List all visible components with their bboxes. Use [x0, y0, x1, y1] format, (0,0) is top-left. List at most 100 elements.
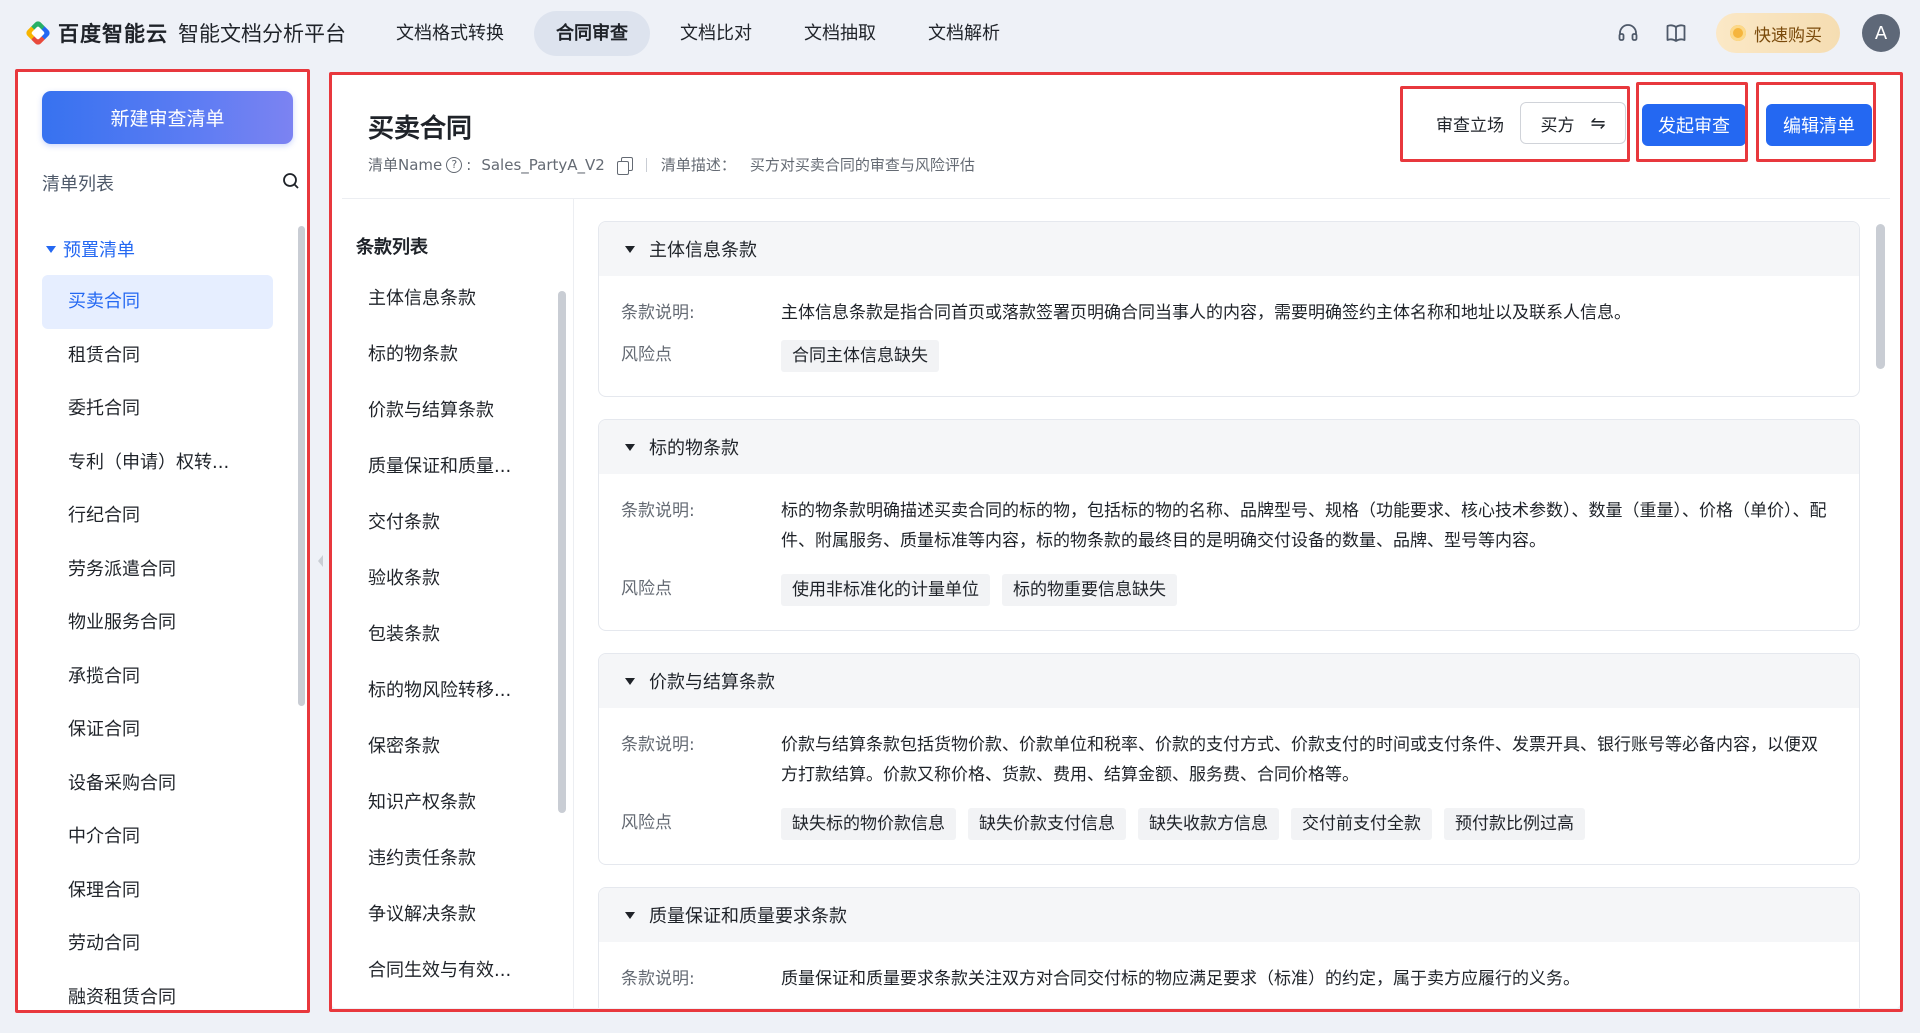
sidebar-scrollbar[interactable]	[298, 226, 305, 706]
top-navbar: 百度智能云 智能文档分析平台 文档格式转换 合同审查 文档比对 文档抽取 文档解…	[0, 0, 1920, 66]
sidebar-item[interactable]: 劳务派遣合同	[42, 543, 273, 597]
nav-doc-extract[interactable]: 文档抽取	[782, 11, 898, 56]
checklist-desc-value: 买方对买卖合同的审查与风险评估	[749, 156, 975, 174]
nav-doc-parse[interactable]: 文档解析	[906, 11, 1022, 56]
edit-checklist-button[interactable]: 编辑清单	[1766, 104, 1872, 146]
sidebar-item[interactable]: 保理合同	[42, 864, 273, 918]
caret-down-icon	[625, 443, 635, 451]
new-checklist-button[interactable]: 新建审查清单	[42, 91, 293, 144]
clause-card-header[interactable]: 质量保证和质量要求条款	[599, 888, 1859, 942]
product-name: 智能文档分析平台	[178, 22, 346, 46]
sidebar-item[interactable]: 保证合同	[42, 703, 273, 757]
review-stance-label: 审查立场	[1436, 115, 1504, 136]
clause-list-panel: 条款列表 主体信息条款 标的物条款 价款与结算条款 质量保证和质量... 交付条…	[342, 199, 574, 1008]
clause-detail-list: 主体信息条款 条款说明: 主体信息条款是指合同首页或落款签署页明确合同当事人的内容…	[598, 221, 1860, 1008]
user-avatar[interactable]: A	[1862, 14, 1900, 52]
nav-contract-review[interactable]: 合同审查	[534, 11, 650, 56]
sidebar-item[interactable]: 专利（申请）权转...	[42, 436, 273, 490]
clause-nav-item[interactable]: 违约责任条款	[368, 831, 538, 887]
caret-down-icon	[46, 245, 56, 253]
sidebar-item[interactable]: 行纪合同	[42, 489, 273, 543]
risk-tag: 合同主体信息缺失	[781, 340, 939, 372]
sidebar-item[interactable]: 中介合同	[42, 810, 273, 864]
clause-nav-item[interactable]: 验收条款	[368, 551, 538, 607]
clause-nav-item[interactable]: 主体信息条款	[368, 271, 538, 327]
baidu-cloud-logo-icon	[24, 19, 52, 47]
sidebar-item[interactable]: 租赁合同	[42, 329, 273, 383]
clause-nav-item[interactable]: 包装条款	[368, 607, 538, 663]
clause-nav-item[interactable]: 价款与结算条款	[368, 383, 538, 439]
clause-card: 主体信息条款 条款说明: 主体信息条款是指合同首页或落款签署页明确合同当事人的内容…	[598, 221, 1860, 397]
checklist-list-title: 清单列表	[42, 174, 114, 195]
coin-icon	[1730, 25, 1746, 41]
sidebar-item[interactable]: 承揽合同	[42, 650, 273, 704]
clause-desc-text: 标的物条款明确描述买卖合同的标的物，包括标的物的名称、品牌型号、规格（功能要求、…	[781, 501, 1827, 551]
preset-group-label: 预置清单	[63, 240, 135, 261]
clause-nav-item[interactable]: 知识产权条款	[368, 775, 538, 831]
checklist-items: 买卖合同 租赁合同 委托合同 专利（申请）权转... 行纪合同 劳务派遣合同 物…	[42, 275, 273, 1024]
sidebar-item[interactable]: 物业服务合同	[42, 596, 273, 650]
headset-icon[interactable]	[1614, 19, 1642, 47]
nav-format-convert[interactable]: 文档格式转换	[374, 11, 526, 56]
clause-card-header[interactable]: 标的物条款	[599, 420, 1859, 474]
detail-scrollbar[interactable]	[1876, 224, 1885, 369]
clause-card: 价款与结算条款 条款说明: 价款与结算条款包括货物价款、价款单位和税率、价款的支付…	[598, 653, 1860, 865]
sidebar-item-sales-contract[interactable]: 买卖合同	[42, 275, 273, 329]
clause-nav-item[interactable]: 争议解决条款	[368, 887, 538, 943]
risk-tag: 缺失标的物价款信息	[781, 808, 956, 840]
start-review-button[interactable]: 发起审查	[1642, 104, 1746, 146]
clause-list-scrollbar[interactable]	[558, 291, 566, 813]
risk-label: 风险点	[621, 345, 672, 365]
checklist-name-value: Sales_PartyA_V2	[481, 155, 605, 174]
risk-tag: 预付款比例过高	[1444, 808, 1585, 840]
clause-card: 标的物条款 条款说明: 标的物条款明确描述买卖合同的标的物，包括标的物的名称、品牌…	[598, 419, 1860, 631]
risk-tag: 标的物重要信息缺失	[1002, 574, 1177, 606]
clause-nav-item[interactable]: 保密条款	[368, 719, 538, 775]
page-title: 买卖合同	[368, 114, 473, 144]
checklist-detail-panel: 买卖合同 清单Name ?: Sales_PartyA_V2 清单描述： 买方对…	[332, 74, 1900, 1008]
checklist-sidebar: 新建审查清单 清单列表 预置清单 买卖合同 租赁合同 委托合同 专利（申请）权转…	[16, 70, 308, 1013]
clause-desc-text: 主体信息条款是指合同首页或落款签署页明确合同当事人的内容，需要明确签约主体名称和…	[781, 303, 1631, 323]
main-nav: 文档格式转换 合同审查 文档比对 文档抽取 文档解析	[374, 11, 1030, 56]
search-icon[interactable]	[282, 172, 300, 194]
clause-card-header[interactable]: 价款与结算条款	[599, 654, 1859, 708]
risk-tag: 交付前支付全款	[1291, 808, 1432, 840]
clause-nav-item[interactable]: 标的物条款	[368, 327, 538, 383]
clause-card-header[interactable]: 主体信息条款	[599, 222, 1859, 276]
logo[interactable]: 百度智能云 智能文档分析平台	[24, 18, 346, 48]
clause-list-title: 条款列表	[356, 237, 428, 258]
review-stance-value: 买方	[1540, 115, 1575, 136]
quick-buy-label: 快速购买	[1754, 25, 1822, 46]
clause-nav-item[interactable]: 合同生效与有效...	[368, 943, 538, 999]
preset-group-toggle[interactable]: 预置清单	[46, 236, 135, 262]
book-icon[interactable]	[1662, 19, 1690, 47]
sidebar-item[interactable]: 融资租赁合同	[42, 971, 273, 1025]
clause-desc-label: 条款说明:	[621, 969, 695, 989]
risk-tag: 缺失收款方信息	[1138, 808, 1279, 840]
clause-card-title: 价款与结算条款	[649, 672, 775, 693]
sidebar-item[interactable]: 劳动合同	[42, 917, 273, 971]
clause-nav-item[interactable]: 交付条款	[368, 495, 538, 551]
sidebar-item[interactable]: 设备采购合同	[42, 757, 273, 811]
clause-card-title: 标的物条款	[649, 438, 739, 459]
checklist-list-header: 清单列表	[42, 170, 300, 196]
help-icon[interactable]: ?	[446, 156, 463, 173]
brand-name: 百度智能云	[58, 22, 168, 46]
collapse-sidebar-icon[interactable]	[315, 545, 325, 577]
clause-desc-label: 条款说明:	[621, 735, 695, 755]
clause-card: 质量保证和质量要求条款 条款说明: 质量保证和质量要求条款关注双方对合同交付标的物…	[598, 887, 1860, 1008]
review-stance-select[interactable]: 买方 ⇋	[1520, 102, 1626, 144]
quick-buy-button[interactable]: 快速购买	[1716, 13, 1840, 53]
clause-desc-text: 质量保证和质量要求条款关注双方对合同交付标的物应满足要求（标准）的约定，属于卖方…	[781, 969, 1580, 989]
meta-divider	[645, 157, 647, 172]
caret-down-icon	[625, 245, 635, 253]
sidebar-item[interactable]: 委托合同	[42, 382, 273, 436]
nav-doc-compare[interactable]: 文档比对	[658, 11, 774, 56]
switch-icon: ⇋	[1590, 112, 1606, 134]
clause-nav-item[interactable]: 质量保证和质量...	[368, 439, 538, 495]
clause-nav-item[interactable]: 标的物风险转移...	[368, 663, 538, 719]
clause-card-title: 质量保证和质量要求条款	[649, 906, 847, 927]
header-divider	[342, 198, 1890, 199]
clause-desc-text: 价款与结算条款包括货物价款、价款单位和税率、价款的支付方式、价款支付的时间或支付…	[781, 735, 1818, 785]
copy-icon[interactable]	[616, 156, 633, 175]
